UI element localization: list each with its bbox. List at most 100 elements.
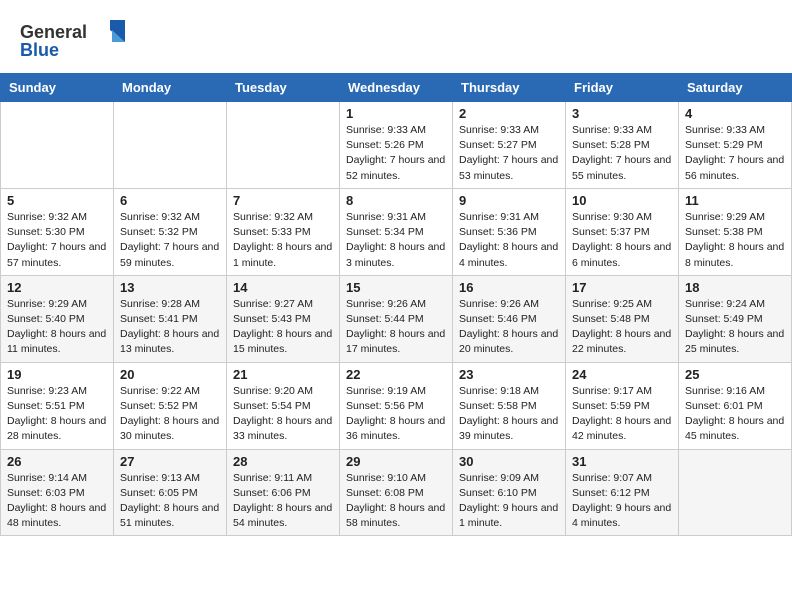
calendar-cell: 7Sunrise: 9:32 AM Sunset: 5:33 PM Daylig…: [227, 188, 340, 275]
day-info: Sunrise: 9:25 AM Sunset: 5:48 PM Dayligh…: [572, 297, 672, 358]
day-info: Sunrise: 9:24 AM Sunset: 5:49 PM Dayligh…: [685, 297, 785, 358]
calendar-cell: 27Sunrise: 9:13 AM Sunset: 6:05 PM Dayli…: [114, 449, 227, 536]
day-number: 28: [233, 454, 333, 469]
day-number: 6: [120, 193, 220, 208]
calendar-body: 1 Sunrise: 9:33 AM Sunset: 5:26 PM Daylig…: [1, 102, 792, 536]
day-number: 14: [233, 280, 333, 295]
day-number: 15: [346, 280, 446, 295]
day-info: Sunrise: 9:28 AM Sunset: 5:41 PM Dayligh…: [120, 297, 220, 358]
calendar-cell: [227, 102, 340, 189]
calendar-cell: 8 Sunrise: 9:31 AM Sunset: 5:34 PM Daylig…: [340, 188, 453, 275]
day-number: 18: [685, 280, 785, 295]
calendar-cell: 6 Sunrise: 9:32 AM Sunset: 5:32 PM Daylig…: [114, 188, 227, 275]
day-number: 26: [7, 454, 107, 469]
day-info: Sunrise: 9:10 AM Sunset: 6:08 PM Dayligh…: [346, 471, 446, 532]
calendar-cell: 25 Sunrise: 9:16 AM Sunset: 6:01 PM Dayli…: [679, 362, 792, 449]
day-number: 10: [572, 193, 672, 208]
calendar-week-row: 12 Sunrise: 9:29 AM Sunset: 5:40 PM Dayli…: [1, 275, 792, 362]
day-number: 27: [120, 454, 220, 469]
day-number: 12: [7, 280, 107, 295]
calendar-cell: 4Sunrise: 9:33 AM Sunset: 5:29 PM Daylig…: [679, 102, 792, 189]
calendar-cell: 14 Sunrise: 9:27 AM Sunset: 5:43 PM Dayli…: [227, 275, 340, 362]
day-of-week-header: Thursday: [453, 74, 566, 102]
day-info: Sunrise: 9:09 AM Sunset: 6:10 PM Dayligh…: [459, 471, 559, 532]
svg-text:General: General: [20, 22, 87, 42]
logo: General Blue: [20, 16, 140, 65]
day-of-week-header: Tuesday: [227, 74, 340, 102]
calendar-cell: 13 Sunrise: 9:28 AM Sunset: 5:41 PM Dayli…: [114, 275, 227, 362]
logo-text: General Blue: [20, 16, 140, 65]
calendar-cell: 10 Sunrise: 9:30 AM Sunset: 5:37 PM Dayli…: [566, 188, 679, 275]
day-info: Sunrise: 9:27 AM Sunset: 5:43 PM Dayligh…: [233, 297, 333, 358]
day-info: Sunrise: 9:16 AM Sunset: 6:01 PM Dayligh…: [685, 384, 785, 445]
day-number: 30: [459, 454, 559, 469]
calendar-header-row: SundayMondayTuesdayWednesdayThursdayFrid…: [1, 74, 792, 102]
day-info: Sunrise: 9:31 AM Sunset: 5:36 PM Dayligh…: [459, 210, 559, 271]
calendar-week-row: 26 Sunrise: 9:14 AM Sunset: 6:03 PM Dayli…: [1, 449, 792, 536]
calendar-table: SundayMondayTuesdayWednesdayThursdayFrid…: [0, 73, 792, 536]
day-number: 23: [459, 367, 559, 382]
calendar-week-row: 19Sunrise: 9:23 AM Sunset: 5:51 PM Dayli…: [1, 362, 792, 449]
calendar-cell: 20Sunrise: 9:22 AM Sunset: 5:52 PM Dayli…: [114, 362, 227, 449]
day-number: 25: [685, 367, 785, 382]
calendar-cell: [114, 102, 227, 189]
day-number: 4: [685, 106, 785, 121]
calendar-cell: 16 Sunrise: 9:26 AM Sunset: 5:46 PM Dayli…: [453, 275, 566, 362]
day-number: 2: [459, 106, 559, 121]
day-number: 29: [346, 454, 446, 469]
calendar-cell: 28 Sunrise: 9:11 AM Sunset: 6:06 PM Dayli…: [227, 449, 340, 536]
calendar-week-row: 5 Sunrise: 9:32 AM Sunset: 5:30 PM Daylig…: [1, 188, 792, 275]
calendar-cell: 24Sunrise: 9:17 AM Sunset: 5:59 PM Dayli…: [566, 362, 679, 449]
calendar-cell: 21Sunrise: 9:20 AM Sunset: 5:54 PM Dayli…: [227, 362, 340, 449]
day-info: Sunrise: 9:07 AM Sunset: 6:12 PM Dayligh…: [572, 471, 672, 532]
day-number: 17: [572, 280, 672, 295]
calendar-cell: 5 Sunrise: 9:32 AM Sunset: 5:30 PM Daylig…: [1, 188, 114, 275]
day-info: Sunrise: 9:20 AM Sunset: 5:54 PM Dayligh…: [233, 384, 333, 445]
day-info: Sunrise: 9:32 AM Sunset: 5:32 PM Dayligh…: [120, 210, 220, 271]
day-of-week-header: Saturday: [679, 74, 792, 102]
calendar-cell: 15 Sunrise: 9:26 AM Sunset: 5:44 PM Dayli…: [340, 275, 453, 362]
calendar-cell: 26 Sunrise: 9:14 AM Sunset: 6:03 PM Dayli…: [1, 449, 114, 536]
day-number: 11: [685, 193, 785, 208]
calendar-cell: 18 Sunrise: 9:24 AM Sunset: 5:49 PM Dayli…: [679, 275, 792, 362]
day-info: Sunrise: 9:11 AM Sunset: 6:06 PM Dayligh…: [233, 471, 333, 532]
day-info: Sunrise: 9:26 AM Sunset: 5:44 PM Dayligh…: [346, 297, 446, 358]
day-info: Sunrise: 9:19 AM Sunset: 5:56 PM Dayligh…: [346, 384, 446, 445]
day-info: Sunrise: 9:14 AM Sunset: 6:03 PM Dayligh…: [7, 471, 107, 532]
day-info: Sunrise: 9:23 AM Sunset: 5:51 PM Dayligh…: [7, 384, 107, 445]
day-info: Sunrise: 9:32 AM Sunset: 5:33 PM Dayligh…: [233, 210, 333, 271]
day-number: 8: [346, 193, 446, 208]
calendar-cell: 29 Sunrise: 9:10 AM Sunset: 6:08 PM Dayli…: [340, 449, 453, 536]
day-info: Sunrise: 9:32 AM Sunset: 5:30 PM Dayligh…: [7, 210, 107, 271]
calendar-cell: 30 Sunrise: 9:09 AM Sunset: 6:10 PM Dayli…: [453, 449, 566, 536]
day-info: Sunrise: 9:30 AM Sunset: 5:37 PM Dayligh…: [572, 210, 672, 271]
day-of-week-header: Monday: [114, 74, 227, 102]
day-info: Sunrise: 9:31 AM Sunset: 5:34 PM Dayligh…: [346, 210, 446, 271]
calendar-cell: 31 Sunrise: 9:07 AM Sunset: 6:12 PM Dayli…: [566, 449, 679, 536]
day-number: 13: [120, 280, 220, 295]
calendar-cell: 12 Sunrise: 9:29 AM Sunset: 5:40 PM Dayli…: [1, 275, 114, 362]
calendar-cell: 1 Sunrise: 9:33 AM Sunset: 5:26 PM Daylig…: [340, 102, 453, 189]
day-number: 5: [7, 193, 107, 208]
calendar-cell: 9 Sunrise: 9:31 AM Sunset: 5:36 PM Daylig…: [453, 188, 566, 275]
day-number: 16: [459, 280, 559, 295]
day-of-week-header: Wednesday: [340, 74, 453, 102]
svg-text:Blue: Blue: [20, 40, 59, 60]
calendar-cell: [679, 449, 792, 536]
day-info: Sunrise: 9:26 AM Sunset: 5:46 PM Dayligh…: [459, 297, 559, 358]
day-info: Sunrise: 9:33 AM Sunset: 5:26 PM Dayligh…: [346, 123, 446, 184]
day-number: 9: [459, 193, 559, 208]
day-number: 22: [346, 367, 446, 382]
day-number: 3: [572, 106, 672, 121]
page-header: General Blue: [0, 0, 792, 73]
calendar-cell: 2Sunrise: 9:33 AM Sunset: 5:27 PM Daylig…: [453, 102, 566, 189]
day-number: 20: [120, 367, 220, 382]
day-of-week-header: Friday: [566, 74, 679, 102]
day-number: 1: [346, 106, 446, 121]
calendar-cell: [1, 102, 114, 189]
calendar-cell: 23Sunrise: 9:18 AM Sunset: 5:58 PM Dayli…: [453, 362, 566, 449]
day-info: Sunrise: 9:29 AM Sunset: 5:40 PM Dayligh…: [7, 297, 107, 358]
day-info: Sunrise: 9:33 AM Sunset: 5:28 PM Dayligh…: [572, 123, 672, 184]
day-number: 31: [572, 454, 672, 469]
calendar-cell: 17 Sunrise: 9:25 AM Sunset: 5:48 PM Dayli…: [566, 275, 679, 362]
